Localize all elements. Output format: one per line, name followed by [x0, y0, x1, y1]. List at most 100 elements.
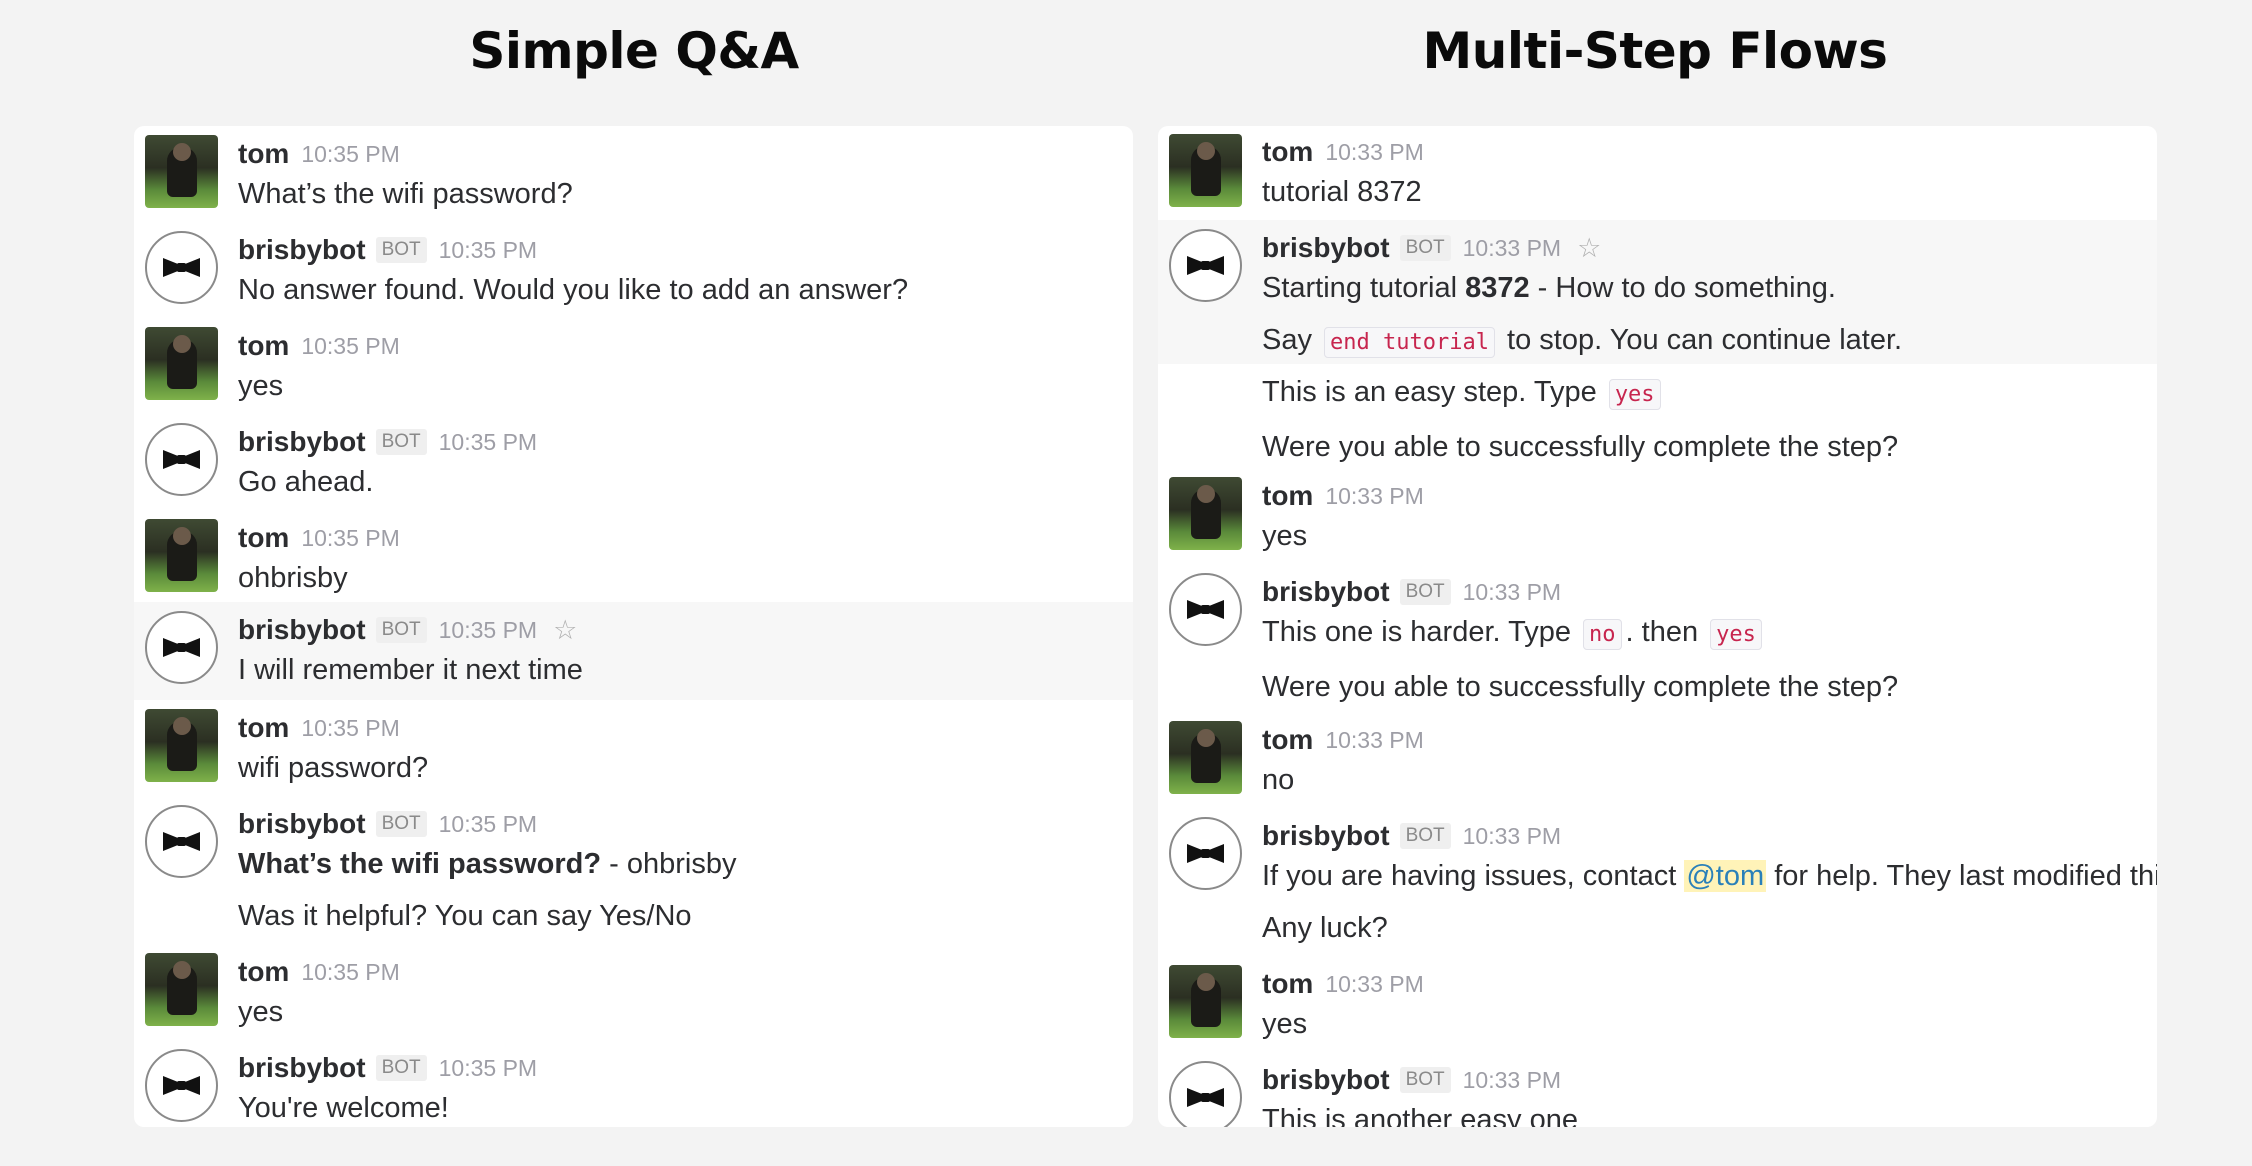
text-part: This is an easy step. Type [1262, 376, 1605, 408]
timestamp[interactable]: 10:35 PM [301, 715, 399, 742]
message-text: yes [238, 370, 284, 402]
user-avatar[interactable] [145, 135, 218, 208]
timestamp[interactable]: 10:35 PM [439, 811, 537, 838]
star-icon[interactable]: ☆ [1577, 233, 1601, 264]
message-brisbybot-hovered: brisbybot BOT 10:33 PM ☆ Starting tutorial … [1158, 220, 2157, 364]
star-icon[interactable]: ☆ [553, 615, 577, 646]
tutorial-id: 8372 [1465, 272, 1530, 304]
bot-badge: BOT [375, 237, 427, 263]
user-avatar[interactable] [1169, 477, 1242, 550]
text-part: for help. They last modified thi [1766, 860, 2157, 892]
timestamp[interactable]: 10:33 PM [1325, 727, 1423, 754]
bot-badge: BOT [1399, 235, 1451, 261]
bowtie-icon[interactable] [1169, 1061, 1242, 1127]
message-text: Were you able to successfully complete t… [1262, 431, 1899, 463]
text-part: . then [1625, 616, 1707, 648]
inline-code: end tutorial [1324, 327, 1495, 358]
user-avatar[interactable] [1169, 134, 1242, 207]
timestamp[interactable]: 10:33 PM [1325, 483, 1423, 510]
sender-name[interactable]: brisbybot [1262, 576, 1390, 608]
message-text: no [1262, 764, 1295, 796]
sender-name[interactable]: tom [238, 138, 289, 170]
sender-name[interactable]: tom [238, 522, 289, 554]
bot-badge: BOT [1399, 823, 1451, 849]
bowtie-icon[interactable] [145, 805, 218, 878]
timestamp[interactable]: 10:35 PM [439, 1055, 537, 1082]
sender-name[interactable]: tom [238, 712, 289, 744]
timestamp[interactable]: 10:35 PM [439, 617, 537, 644]
bowtie-icon[interactable] [145, 423, 218, 496]
message-continuation: This is an easy step. Type yes Were you … [1158, 364, 2157, 468]
message-text: yes [238, 996, 284, 1028]
bowtie-icon[interactable] [145, 611, 218, 684]
message-text: Was it helpful? You can say Yes/No [238, 900, 692, 932]
bot-badge: BOT [375, 1055, 427, 1081]
bowtie-icon[interactable] [1169, 573, 1242, 646]
sender-name[interactable]: tom [238, 330, 289, 362]
bot-badge: BOT [1399, 1067, 1451, 1093]
timestamp[interactable]: 10:33 PM [1463, 1067, 1561, 1094]
sender-name[interactable]: tom [1262, 136, 1313, 168]
sender-name[interactable]: tom [1262, 480, 1313, 512]
message-brisbybot-hovered: brisbybot BOT 10:35 PM ☆ I will remember it… [134, 602, 1133, 700]
text-part: If you are having issues, contact [1262, 860, 1685, 892]
timestamp[interactable]: 10:35 PM [439, 429, 537, 456]
bowtie-icon[interactable] [145, 1049, 218, 1122]
timestamp[interactable]: 10:35 PM [301, 525, 399, 552]
sender-name[interactable]: brisbybot [238, 1052, 366, 1084]
sender-name[interactable]: brisbybot [1262, 232, 1390, 264]
message-text: ohbrisby [238, 562, 348, 594]
sender-name[interactable]: brisbybot [238, 614, 366, 646]
text-part: Say [1262, 324, 1321, 356]
timestamp[interactable]: 10:35 PM [301, 141, 399, 168]
message-text: What’s the wifi password? - ohbrisby [238, 842, 1123, 886]
text-part: This one is harder. Type [1262, 616, 1580, 648]
message-text: I will remember it next time [238, 654, 583, 686]
answer-text: - ohbrisby [601, 848, 737, 880]
timestamp[interactable]: 10:33 PM [1325, 139, 1423, 166]
message-text: Go ahead. [238, 466, 374, 498]
timestamp[interactable]: 10:33 PM [1325, 971, 1423, 998]
bowtie-icon[interactable] [1169, 817, 1242, 890]
message-tom: tom 10:35 PM wifi password? [134, 700, 1133, 796]
message-text: No answer found. Would you like to add a… [238, 274, 909, 306]
text-part: to stop. You can continue later. [1498, 324, 1903, 356]
message-text: Any luck? [1262, 912, 1388, 944]
user-avatar[interactable] [145, 709, 218, 782]
message-text: This one is harder. Type no. then yes [1262, 610, 2147, 657]
sender-name[interactable]: brisbybot [1262, 1064, 1390, 1096]
user-avatar[interactable] [145, 953, 218, 1026]
sender-name[interactable]: brisbybot [1262, 820, 1390, 852]
message-tom: tom 10:33 PM yes [1158, 468, 2157, 564]
sender-name[interactable]: tom [1262, 968, 1313, 1000]
user-mention[interactable]: @tom [1684, 860, 1767, 892]
message-tom: tom 10:33 PM no [1158, 712, 2157, 808]
user-avatar[interactable] [1169, 721, 1242, 794]
user-avatar[interactable] [145, 327, 218, 400]
text-part: Starting tutorial [1262, 272, 1466, 304]
heading-simple-qa: Simple Q&A [469, 22, 799, 80]
sender-name[interactable]: tom [238, 956, 289, 988]
message-tom: tom 10:33 PM tutorial 8372 [1158, 126, 2157, 220]
inline-code: yes [1710, 619, 1762, 650]
timestamp[interactable]: 10:33 PM [1463, 823, 1561, 850]
inline-code: yes [1608, 379, 1661, 410]
answer-question: What’s the wifi password? [238, 848, 602, 880]
message-tom: tom 10:35 PM ohbrisby [134, 510, 1133, 602]
bowtie-icon[interactable] [145, 231, 218, 304]
timestamp[interactable]: 10:33 PM [1463, 235, 1561, 262]
timestamp[interactable]: 10:33 PM [1463, 579, 1561, 606]
message-brisbybot: brisbybot BOT 10:33 PM This one is harder.… [1158, 564, 2157, 712]
message-brisbybot: brisbybot BOT 10:35 PM What’s the wifi pas… [134, 796, 1133, 944]
sender-name[interactable]: brisbybot [238, 808, 366, 840]
timestamp[interactable]: 10:35 PM [301, 333, 399, 360]
timestamp[interactable]: 10:35 PM [439, 237, 537, 264]
sender-name[interactable]: brisbybot [238, 234, 366, 266]
heading-multi-step-flows: Multi-Step Flows [1422, 22, 1888, 80]
timestamp[interactable]: 10:35 PM [301, 959, 399, 986]
sender-name[interactable]: brisbybot [238, 426, 366, 458]
bowtie-icon[interactable] [1169, 229, 1242, 302]
user-avatar[interactable] [145, 519, 218, 592]
user-avatar[interactable] [1169, 965, 1242, 1038]
sender-name[interactable]: tom [1262, 724, 1313, 756]
